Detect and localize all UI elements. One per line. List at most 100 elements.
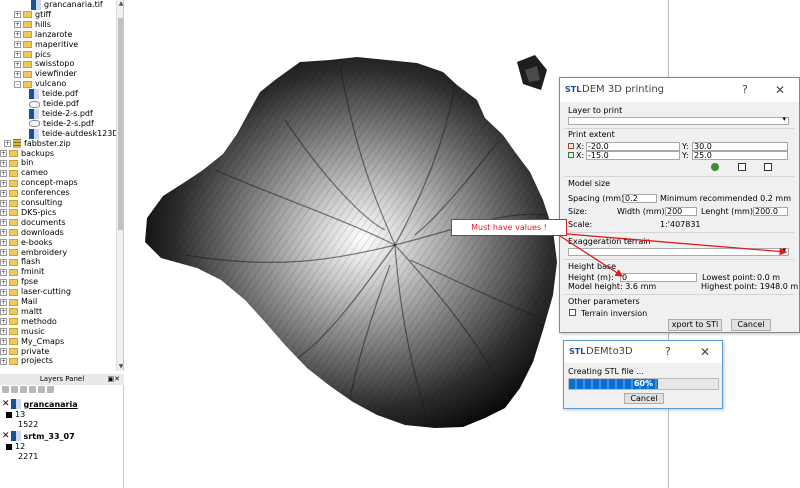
tree-item[interactable]: + swisstopo xyxy=(14,59,74,69)
tree-item[interactable]: + maltt xyxy=(0,307,42,317)
tree-item[interactable]: + methodo xyxy=(0,317,57,327)
layer-name[interactable]: srtm_33_07 xyxy=(24,432,75,441)
tree-item[interactable]: + music xyxy=(0,327,45,337)
spacing-input[interactable]: 0.2 xyxy=(623,194,657,203)
cancel-button[interactable]: Cancel xyxy=(624,393,664,404)
scroll-down-icon[interactable]: ▼ xyxy=(117,363,123,371)
length-input[interactable]: 200.0 xyxy=(753,207,788,216)
y2-input[interactable]: 25.0 xyxy=(692,151,788,160)
tree-item[interactable]: + projects xyxy=(0,356,53,366)
add-group-icon[interactable] xyxy=(11,386,18,393)
exaggeration-select[interactable]: ▾ xyxy=(568,246,789,256)
expand-icon[interactable]: + xyxy=(14,60,21,68)
tree-item[interactable]: + e-books xyxy=(0,238,52,248)
tree-item[interactable]: + hills xyxy=(14,20,51,30)
collapse-all-icon[interactable] xyxy=(38,386,45,393)
tree-item[interactable]: grancanaria.tif xyxy=(22,0,103,10)
visibility-checkbox[interactable]: ✕ xyxy=(2,399,10,409)
expand-icon[interactable]: + xyxy=(0,249,7,256)
tree-item[interactable]: + maperitive xyxy=(14,40,78,50)
tree-item[interactable]: + consulting xyxy=(0,198,62,208)
filter-icon[interactable] xyxy=(20,386,27,393)
expand-icon[interactable]: + xyxy=(0,338,7,346)
tree-item[interactable]: teide.pdf xyxy=(20,99,79,109)
expand-icon[interactable]: + xyxy=(0,150,7,157)
expand-icon[interactable]: + xyxy=(14,51,21,58)
dialog-titlebar[interactable]: STL DEM 3D printing ? ✕ xyxy=(560,78,799,102)
expand-icon[interactable]: + xyxy=(0,219,7,227)
export-to-stl-button[interactable]: xport to STl xyxy=(668,319,722,331)
tree-item[interactable]: + viewfinder xyxy=(14,69,77,79)
tree-item[interactable]: - vulcano xyxy=(14,79,66,89)
scroll-up-icon[interactable]: ▲ xyxy=(117,0,123,8)
expand-icon[interactable]: + xyxy=(0,239,7,247)
tree-item[interactable]: + My_Cmaps xyxy=(0,337,64,347)
cancel-button[interactable]: Cancel xyxy=(731,319,771,331)
x2-input[interactable]: -15.0 xyxy=(586,151,680,160)
tree-item[interactable]: + gtiff xyxy=(14,10,51,20)
expand-icon[interactable]: + xyxy=(14,41,21,49)
tree-item[interactable]: + flash xyxy=(0,257,40,267)
tree-item[interactable]: + cameo xyxy=(0,168,48,178)
tree-item[interactable]: teide.pdf xyxy=(20,89,78,100)
tree-item[interactable]: + lanzarote xyxy=(14,30,72,40)
browser-scrollbar[interactable]: ▲ ▼ xyxy=(116,0,123,371)
width-input[interactable]: 200 xyxy=(665,207,697,216)
collapse-icon[interactable]: - xyxy=(14,80,21,88)
tree-item[interactable]: + embroidery xyxy=(0,248,67,258)
layer-row[interactable]: ✕ srtm_33_07 xyxy=(2,431,75,441)
layer-name[interactable]: grancanaria xyxy=(24,400,78,409)
expand-icon[interactable]: + xyxy=(0,278,7,286)
panel-float-icon[interactable]: ▣✕ xyxy=(108,375,120,383)
help-button[interactable]: ? xyxy=(665,341,671,363)
height-input[interactable]: 0 xyxy=(620,273,697,282)
expand-icon[interactable]: + xyxy=(0,268,7,276)
expand-icon[interactable]: + xyxy=(0,318,7,326)
expand-icon[interactable]: + xyxy=(4,140,11,148)
tree-item[interactable]: + fminit xyxy=(0,267,44,277)
expand-icon[interactable]: + xyxy=(0,209,7,217)
y1-input[interactable]: 30.0 xyxy=(692,142,788,151)
tree-item[interactable]: + DKS-pics xyxy=(0,208,56,218)
full-extent-icon[interactable] xyxy=(711,163,719,171)
expand-all-icon[interactable] xyxy=(29,386,36,393)
tree-item[interactable]: teide-2-s.pdf xyxy=(20,108,93,119)
select-extent-icon[interactable] xyxy=(764,163,772,171)
expand-icon[interactable]: + xyxy=(0,328,7,336)
scroll-thumb[interactable] xyxy=(118,18,123,230)
x1-input[interactable]: -20.0 xyxy=(586,142,680,151)
tree-item[interactable]: teide-2-s.pdf xyxy=(20,119,94,129)
expand-icon[interactable]: + xyxy=(0,348,7,355)
expand-icon[interactable]: + xyxy=(0,189,7,197)
expand-icon[interactable]: + xyxy=(0,298,7,306)
expand-icon[interactable]: + xyxy=(14,11,21,19)
close-button[interactable]: ✕ xyxy=(775,78,785,102)
tree-item[interactable]: + documents xyxy=(0,218,66,228)
tree-item[interactable]: + bin xyxy=(0,158,33,168)
remove-layer-icon[interactable] xyxy=(47,386,54,393)
expand-icon[interactable]: + xyxy=(0,229,7,237)
tree-item[interactable]: + laser-cutting xyxy=(0,287,71,297)
expand-icon[interactable]: + xyxy=(14,21,21,29)
expand-icon[interactable]: + xyxy=(0,179,7,187)
visibility-checkbox[interactable]: ✕ xyxy=(2,431,10,441)
layer-select[interactable]: ▾ xyxy=(568,115,789,125)
expand-icon[interactable]: + xyxy=(0,169,7,177)
tree-item[interactable]: + fpse xyxy=(0,277,38,287)
tree-item[interactable]: + backups xyxy=(0,149,54,159)
expand-icon[interactable]: + xyxy=(0,199,7,207)
close-button[interactable]: ✕ xyxy=(700,341,710,363)
tree-item[interactable]: + downloads xyxy=(0,228,64,238)
tree-item[interactable]: teide-autdesk123D-ma xyxy=(20,128,123,139)
expand-icon[interactable]: + xyxy=(14,31,21,39)
crosshair-icon[interactable] xyxy=(738,163,746,171)
tree-item[interactable]: + private xyxy=(0,347,49,357)
tree-item[interactable]: + fabbster.zip xyxy=(4,139,71,149)
tree-item[interactable]: + Mail xyxy=(0,297,37,307)
layer-row[interactable]: ✕ grancanaria xyxy=(2,399,78,409)
expand-icon[interactable]: + xyxy=(0,288,7,296)
tree-item[interactable]: + conferences xyxy=(0,188,70,198)
expand-icon[interactable]: + xyxy=(0,159,7,167)
expand-icon[interactable]: + xyxy=(0,357,7,365)
expand-icon[interactable]: + xyxy=(0,258,7,266)
